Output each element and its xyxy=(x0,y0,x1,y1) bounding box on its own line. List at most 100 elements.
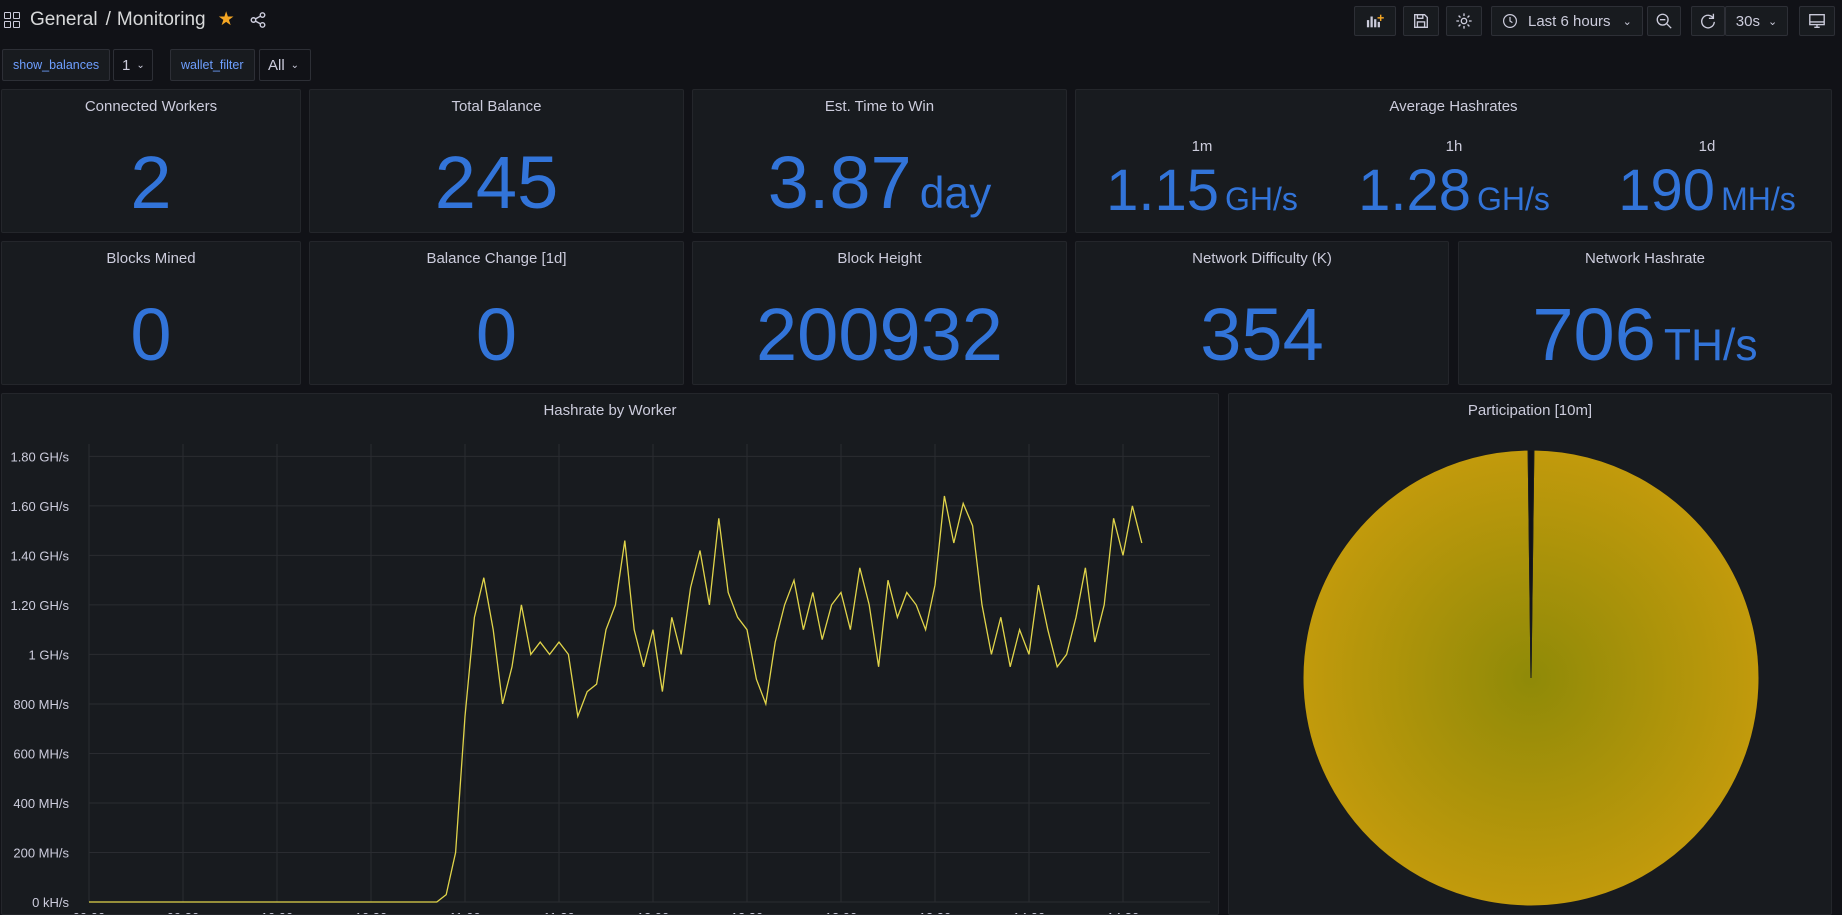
y-tick-label: 1.60 GH/s xyxy=(10,499,69,514)
panel-blocks-mined[interactable]: Blocks Mined 0 xyxy=(1,241,301,385)
x-tick-label: 11:00 xyxy=(449,910,481,915)
stat-value: 706 xyxy=(1532,293,1656,376)
participation-pie-chart[interactable] xyxy=(1229,394,1832,915)
refresh-interval-picker[interactable]: 30s ⌄ xyxy=(1725,6,1788,36)
x-tick-label: 10:30 xyxy=(355,910,388,915)
variable-select-wallet-filter[interactable]: All ⌄ xyxy=(259,49,311,81)
variable-label-wallet-filter: wallet_filter xyxy=(170,49,255,81)
panel-network-difficulty[interactable]: Network Difficulty (K) 354 xyxy=(1075,241,1449,385)
series-line-worker[interactable] xyxy=(89,495,1143,903)
chevron-down-icon: ⌄ xyxy=(1767,15,1778,28)
y-tick-label: 600 MH/s xyxy=(13,746,69,761)
clock-icon xyxy=(1503,14,1517,28)
panel-title: Est. Time to Win xyxy=(824,98,935,115)
breadcrumb-folder[interactable]: General xyxy=(30,9,98,31)
x-tick-label: 14:00 xyxy=(1013,910,1046,915)
y-tick-label: 200 MH/s xyxy=(13,845,69,860)
x-tick-label: 09:30 xyxy=(167,910,200,915)
zoom-out-button[interactable] xyxy=(1647,6,1681,36)
hashrate-label: 1d xyxy=(1698,138,1716,155)
x-tick-label: 12:00 xyxy=(637,910,670,915)
panel-title: Blocks Mined xyxy=(106,250,196,267)
hashrate-1h: 1h 1.28 GH/s xyxy=(1354,138,1554,224)
y-tick-label: 1 GH/s xyxy=(29,647,70,662)
stat-unit: TH/s xyxy=(1663,321,1758,370)
stat-value: 3.87 xyxy=(767,141,912,224)
page-title[interactable]: Monitoring xyxy=(117,9,206,31)
star-icon[interactable]: ★ xyxy=(218,8,235,31)
stat-value: 2 xyxy=(130,141,172,224)
refresh-icon xyxy=(1701,13,1715,29)
dashboard-settings-button[interactable] xyxy=(1446,6,1482,36)
y-tick-label: 800 MH/s xyxy=(13,697,69,712)
variable-select-show-balances[interactable]: 1 ⌄ xyxy=(113,49,153,81)
time-range-label: Last 6 hours xyxy=(1528,12,1611,30)
zoom-out-icon xyxy=(1656,13,1672,29)
hashrate-1m: 1m 1.15 GH/s xyxy=(1102,138,1302,224)
panel-hashrate-by-worker[interactable]: Hashrate by Worker 0 kH/s 200 MH/s 400 MH/… xyxy=(1,393,1219,915)
hashrate-unit: GH/s xyxy=(1477,181,1550,217)
y-tick-label: 1.80 GH/s xyxy=(10,449,69,464)
panel-total-balance[interactable]: Total Balance 245 xyxy=(309,89,684,233)
hashrate-label: 1h xyxy=(1445,138,1463,155)
hashrate-value-row: 1.15 GH/s xyxy=(1102,157,1302,224)
panel-participation[interactable]: Participation [10m] xyxy=(1228,393,1832,915)
save-dashboard-button[interactable] xyxy=(1403,6,1439,36)
panel-title: Network Hashrate xyxy=(1584,250,1706,267)
hashrate-value: 1.15 xyxy=(1106,158,1219,223)
variable-value-wallet-filter: All xyxy=(268,56,285,74)
panel-title: Total Balance xyxy=(451,98,542,115)
hashrate-value-row: 190 MH/s xyxy=(1607,157,1807,224)
variable-label-show-balances: show_balances xyxy=(2,49,111,81)
hashrate-label: 1m xyxy=(1191,138,1213,155)
chevron-down-icon: ⌄ xyxy=(290,59,300,71)
panel-title: Average Hashrates xyxy=(1389,98,1518,115)
x-tick-label: 13:30 xyxy=(919,910,952,915)
panel-balance-change[interactable]: Balance Change [1d] 0 xyxy=(309,241,684,385)
hashrate-unit: GH/s xyxy=(1225,181,1298,217)
hashrate-line-chart[interactable]: 0 kH/s 200 MH/s 400 MH/s 600 MH/s 800 MH/s 1 … xyxy=(2,394,1219,915)
x-tick-label: 14:30 xyxy=(1107,910,1140,915)
add-panel-icon xyxy=(1366,14,1384,28)
dashboards-grid-icon[interactable] xyxy=(4,11,20,28)
breadcrumb-separator: / xyxy=(105,8,111,30)
y-tick-label: 0 kH/s xyxy=(32,895,69,910)
panel-network-hashrate[interactable]: Network Hashrate 706 TH/s xyxy=(1458,241,1832,385)
panel-title: Connected Workers xyxy=(84,98,218,115)
stat-value: 200932 xyxy=(756,293,1003,376)
hashrate-value: 1.28 xyxy=(1358,158,1471,223)
x-tick-label: 09:00 xyxy=(73,910,106,915)
x-tick-label: 10:00 xyxy=(261,910,294,915)
panel-connected-workers[interactable]: Connected Workers 2 xyxy=(1,89,301,233)
stat-value-row: 3.87 day xyxy=(693,140,1066,225)
chevron-down-icon: ⌄ xyxy=(1622,15,1632,28)
refresh-button[interactable] xyxy=(1691,6,1725,36)
stat-value: 354 xyxy=(1200,293,1324,376)
add-panel-button[interactable] xyxy=(1354,6,1396,36)
top-bar: General / Monitoring ★ Last 6 hours ⌄ 30… xyxy=(0,0,1842,44)
x-tick-label: 11:30 xyxy=(543,910,575,915)
panel-average-hashrates[interactable]: Average Hashrates 1m 1.15 GH/s 1h 1.28 GH/… xyxy=(1075,89,1832,233)
panel-est-time-to-win[interactable]: Est. Time to Win 3.87 day xyxy=(692,89,1067,233)
breadcrumb: General / Monitoring ★ xyxy=(4,8,267,31)
stat-value: 0 xyxy=(475,293,518,376)
view-mode-button[interactable] xyxy=(1799,6,1835,36)
x-tick-label: 12:30 xyxy=(731,910,764,915)
panel-title: Network Difficulty (K) xyxy=(1192,250,1332,267)
share-icon[interactable] xyxy=(249,11,267,29)
save-icon xyxy=(1414,14,1428,28)
monitor-icon xyxy=(1809,14,1825,28)
hashrate-value-row: 1.28 GH/s xyxy=(1354,157,1554,224)
gear-icon xyxy=(1456,13,1472,29)
panel-block-height[interactable]: Block Height 200932 xyxy=(692,241,1067,385)
stat-value: 0 xyxy=(130,293,172,376)
stat-unit: day xyxy=(919,169,992,218)
variable-value-show-balances: 1 xyxy=(122,56,131,74)
y-tick-label: 400 MH/s xyxy=(13,796,69,811)
stat-value: 245 xyxy=(434,141,559,224)
panel-title: Balance Change [1d] xyxy=(426,250,567,267)
hashrate-value: 190 xyxy=(1618,158,1716,223)
y-tick-label: 1.40 GH/s xyxy=(10,548,69,563)
hashrate-1d: 1d 190 MH/s xyxy=(1607,138,1807,224)
time-range-picker[interactable]: Last 6 hours ⌄ xyxy=(1491,6,1643,36)
